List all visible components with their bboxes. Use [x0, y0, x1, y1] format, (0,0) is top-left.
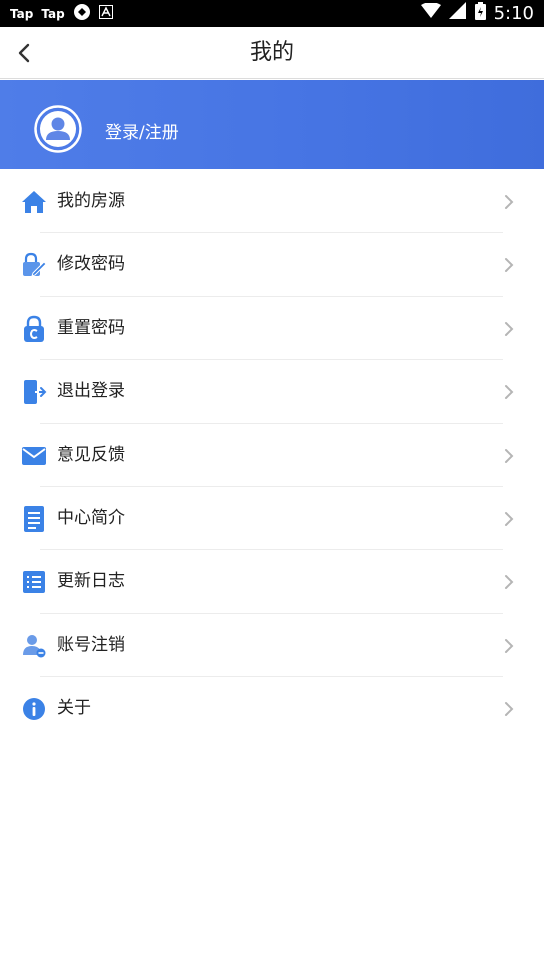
menu-item-label: 关于 — [57, 698, 91, 719]
menu-item-logout[interactable]: 退出登录 — [0, 360, 544, 424]
status-bar: Tap Tap 5:10 — [0, 0, 544, 27]
chevron-right-icon — [505, 702, 514, 717]
menu-item-change-password[interactable]: 修改密码 — [0, 233, 544, 297]
user-avatar-icon — [34, 105, 82, 153]
chevron-right-icon — [505, 195, 514, 209]
page-title: 我的 — [249, 40, 294, 65]
tap-app-icon: Tap — [10, 6, 34, 21]
info-icon — [20, 695, 48, 723]
chevron-right-icon — [505, 448, 514, 463]
menu-item-label: 退出登录 — [57, 381, 125, 402]
menu-list: 我的房源 修改密码 重置密码 退出登录 意见反馈 中心简介 更新日志 账号注销 … — [0, 170, 544, 741]
battery-icon — [474, 2, 486, 25]
mail-icon — [20, 442, 48, 470]
chevron-right-icon — [505, 258, 514, 273]
chevron-left-icon — [18, 43, 30, 63]
menu-item-feedback[interactable]: 意见反馈 — [0, 424, 544, 487]
document-icon — [20, 505, 48, 533]
status-left: Tap Tap — [10, 0, 113, 27]
menu-item-label: 修改密码 — [57, 254, 125, 275]
status-time: 5:10 — [493, 3, 534, 24]
chevron-right-icon — [505, 575, 514, 590]
back-button[interactable] — [10, 39, 38, 67]
menu-item-delete-account[interactable]: 账号注销 — [0, 614, 544, 678]
login-register-link[interactable]: 登录/注册 — [105, 80, 179, 169]
menu-item-label: 中心简介 — [57, 507, 125, 528]
menu-item-label: 重置密码 — [57, 317, 125, 338]
chevron-right-icon — [505, 511, 514, 526]
avatar[interactable] — [34, 105, 82, 153]
home-icon — [20, 188, 48, 216]
tap-app-icon: Tap — [41, 6, 65, 21]
sync-icon — [73, 3, 91, 24]
signal-icon — [448, 2, 467, 25]
app-bar: 我的 — [0, 27, 544, 79]
menu-item-label: 意见反馈 — [57, 444, 125, 465]
status-right: 5:10 — [420, 0, 534, 27]
chevron-right-icon — [505, 321, 514, 336]
list-icon — [20, 568, 48, 596]
user-remove-icon — [20, 632, 48, 660]
chevron-right-icon — [505, 638, 514, 653]
menu-item-center-intro[interactable]: 中心简介 — [0, 487, 544, 551]
menu-item-label: 更新日志 — [57, 571, 125, 592]
menu-item-label: 我的房源 — [57, 191, 125, 211]
reset-lock-icon — [20, 315, 48, 343]
edit-lock-icon — [20, 251, 48, 279]
menu-item-label: 账号注销 — [57, 634, 125, 655]
menu-item-reset-password[interactable]: 重置密码 — [0, 297, 544, 361]
chevron-right-icon — [505, 385, 514, 400]
profile-banner[interactable]: 登录/注册 — [0, 80, 544, 169]
menu-item-about[interactable]: 关于 — [0, 677, 544, 740]
menu-item-changelog[interactable]: 更新日志 — [0, 550, 544, 614]
menu-item-my-properties[interactable]: 我的房源 — [0, 170, 544, 234]
a-icon — [98, 5, 113, 22]
wifi-icon — [420, 2, 441, 24]
logout-icon — [20, 378, 48, 406]
